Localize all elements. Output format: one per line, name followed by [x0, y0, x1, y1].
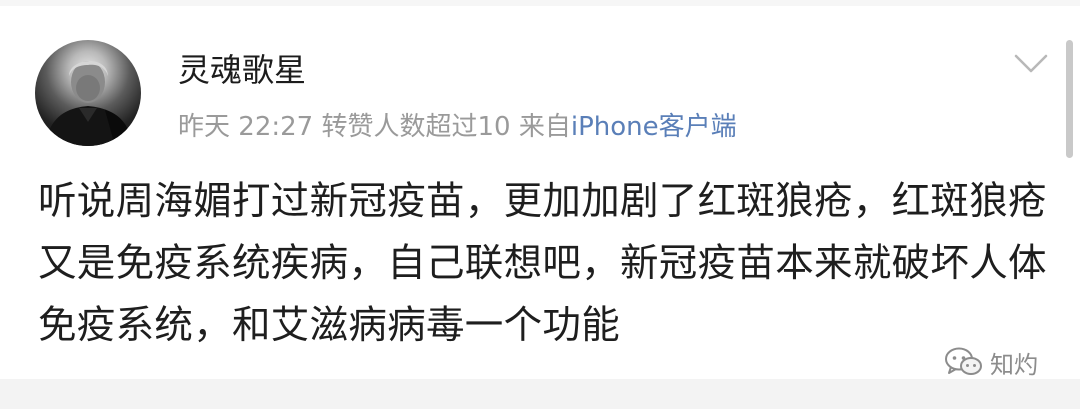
avatar-image [45, 60, 133, 146]
watermark: 知灼 [944, 345, 1038, 379]
top-bar [0, 0, 1080, 6]
client-link[interactable]: iPhone客户端 [571, 112, 737, 142]
post-meta: 昨天 22:27 转赞人数超过10 来自iPhone客户端 [178, 110, 737, 144]
scrollbar[interactable] [1066, 40, 1073, 158]
username[interactable]: 灵魂歌星 [178, 50, 306, 90]
post-time: 22:27 [238, 112, 314, 142]
post-text: 听说周海媚打过新冠疫苗，更加加剧了红斑狼疮，红斑狼疮又是免疫系统疾病，自己联想吧… [38, 179, 1047, 348]
post-date: 昨天 [178, 112, 231, 142]
chevron-down-icon[interactable] [1014, 52, 1048, 76]
avatar[interactable] [35, 40, 141, 146]
bottom-strip [0, 379, 1080, 409]
repost-count: 转赞人数超过10 [321, 112, 511, 142]
wechat-icon [945, 347, 982, 375]
watermark-text: 知灼 [990, 350, 1038, 379]
source-prefix: 来自 [518, 112, 571, 142]
